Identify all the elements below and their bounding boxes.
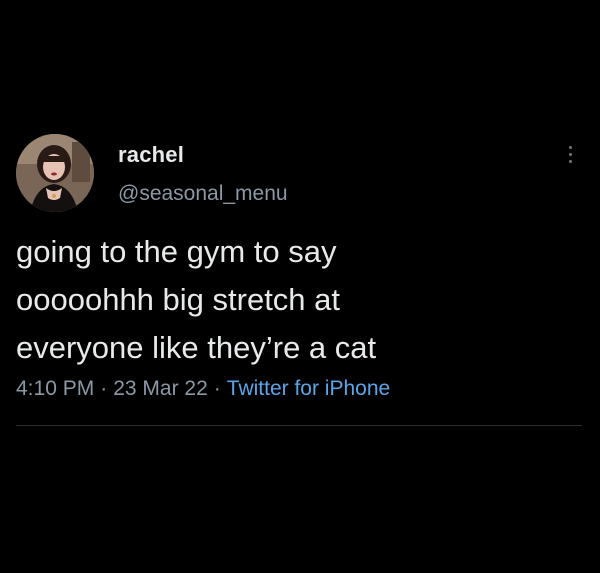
meta-separator: · [213,377,221,400]
user-handle[interactable]: @seasonal_menu [118,182,288,206]
tweet-source-link[interactable]: Twitter for iPhone [227,377,390,400]
tweet-text-line: going to the gym to say [16,234,337,269]
tweet-time[interactable]: 4:10 PM [16,377,94,400]
tweet-card: rachel @seasonal_menu going to the gym t… [0,0,600,573]
tweet-text: going to the gym to say ooooohhh big str… [16,228,576,372]
divider [16,425,582,426]
avatar[interactable] [16,134,94,212]
more-vertical-icon[interactable] [562,146,578,170]
tweet-text-line: ooooohhh big stretch at [16,282,341,317]
tweet-text-line: everyone like they’re a cat [16,330,377,365]
avatar-image [16,134,94,212]
display-name[interactable]: rachel [118,142,184,168]
meta-separator: · [100,377,108,400]
tweet-meta: 4:10 PM · 23 Mar 22 · Twitter for iPhone [16,377,390,401]
more-dot [568,146,572,149]
more-dot [568,160,572,163]
tweet-date[interactable]: 23 Mar 22 [113,377,208,400]
more-dot [568,153,572,156]
